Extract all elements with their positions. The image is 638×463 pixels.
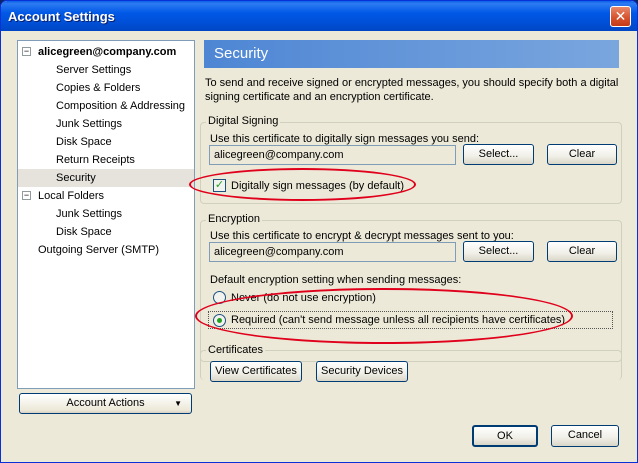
tree-item-label: Security [56,172,96,184]
dialog-body: − alicegreen@company.com Server Settings… [1,31,637,462]
security-devices-label: Security Devices [321,365,403,377]
title-bar[interactable]: Account Settings ✕ [1,1,637,31]
default-encryption-label: Default encryption setting when sending … [210,274,462,286]
tree-item-label: Disk Space [56,136,112,148]
close-icon[interactable]: ✕ [610,6,631,27]
account-tree[interactable]: − alicegreen@company.com Server Settings… [17,40,195,389]
view-certificates-label: View Certificates [215,365,297,377]
tree-item-label: Junk Settings [56,208,123,220]
signing-cert-field[interactable]: alicegreen@company.com [209,145,456,165]
tree-item-label: Local Folders [38,190,105,202]
collapse-icon[interactable]: − [22,47,31,56]
tree-item-return-receipts[interactable]: Return Receipts [18,151,194,169]
account-settings-window: Account Settings ✕ − alicegreen@company.… [0,0,638,463]
cancel-button[interactable]: Cancel [551,425,619,447]
account-actions-label: Account Actions [66,397,145,409]
page-title: Security [204,40,619,68]
signing-prompt: Use this certificate to digitally sign m… [210,133,480,145]
intro-text: To send and receive signed or encrypted … [205,77,619,103]
encryption-title: Encryption [206,213,262,226]
tree-item-label: Server Settings [56,64,132,76]
tree-item-composition[interactable]: Composition & Addressing [18,97,194,115]
tree-item-label: Disk Space [56,226,112,238]
signing-select-button[interactable]: Select... [463,144,534,165]
digital-signing-title: Digital Signing [206,115,281,128]
collapse-icon[interactable]: − [22,191,31,200]
annotation-ellipse-encryption [195,288,573,344]
annotation-ellipse-signing [189,168,416,201]
tree-item-account[interactable]: − alicegreen@company.com [18,43,194,61]
ok-button[interactable]: OK [472,425,538,447]
encryption-select-button[interactable]: Select... [463,241,534,262]
tree-item-label: Copies & Folders [56,82,141,94]
tree-item-disk-space[interactable]: Disk Space [18,133,194,151]
encryption-clear-label: Clear [568,245,596,257]
signing-clear-label: Clear [568,148,596,160]
tree-item-local-junk-settings[interactable]: Junk Settings [18,205,194,223]
encryption-clear-button[interactable]: Clear [547,241,617,262]
encryption-select-label: Select... [478,245,519,257]
signing-clear-button[interactable]: Clear [547,144,617,165]
dropdown-arrow-icon: ▼ [174,399,182,408]
tree-item-label: Composition & Addressing [56,100,186,112]
ok-label: OK [497,430,513,442]
cancel-label: Cancel [567,429,603,441]
security-devices-button[interactable]: Security Devices [316,361,408,382]
tree-item-outgoing-server[interactable]: Outgoing Server (SMTP) [18,241,194,259]
tree-item-junk-settings[interactable]: Junk Settings [18,115,194,133]
tree-item-security[interactable]: Security [18,169,194,187]
tree-item-label: Junk Settings [56,118,123,130]
tree-item-label: Return Receipts [56,154,135,166]
tree-item-label: Outgoing Server (SMTP) [38,244,160,256]
window-title: Account Settings [8,9,115,24]
tree-item-local-disk-space[interactable]: Disk Space [18,223,194,241]
tree-item-copies-folders[interactable]: Copies & Folders [18,79,194,97]
tree-item-label: alicegreen@company.com [38,46,177,58]
tree-item-server-settings[interactable]: Server Settings [18,61,194,79]
certificates-title: Certificates [206,344,266,357]
encryption-cert-field[interactable]: alicegreen@company.com [209,242,456,262]
view-certificates-button[interactable]: View Certificates [210,361,302,382]
tree-item-local-folders[interactable]: − Local Folders [18,187,194,205]
signing-select-label: Select... [478,148,519,160]
account-actions-button[interactable]: Account Actions ▼ [19,393,192,414]
